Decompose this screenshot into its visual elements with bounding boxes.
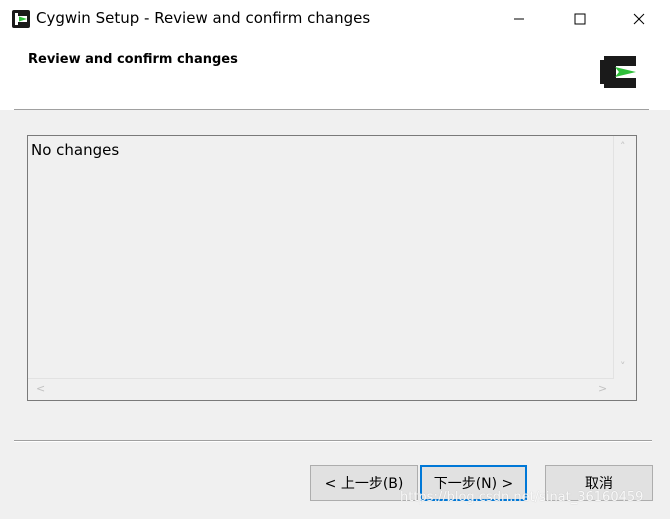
scroll-right-icon[interactable]: >	[598, 382, 607, 395]
scroll-up-icon[interactable]: ˄	[620, 140, 626, 153]
close-button[interactable]	[616, 0, 662, 38]
page-title: Review and confirm changes	[28, 52, 238, 67]
maximize-icon	[574, 13, 586, 25]
cygwin-app-icon	[12, 10, 30, 28]
scroll-down-icon[interactable]: ˅	[620, 360, 626, 373]
window-title: Cygwin Setup - Review and confirm change…	[36, 9, 371, 27]
minimize-button[interactable]	[496, 0, 542, 38]
scroll-left-icon[interactable]: <	[36, 382, 45, 395]
minimize-icon	[514, 18, 524, 20]
cygwin-logo-icon	[600, 56, 636, 88]
horizontal-scrollbar[interactable]: < >	[28, 378, 614, 400]
footer-divider-highlight	[14, 441, 652, 442]
title-bar[interactable]: Cygwin Setup - Review and confirm change…	[0, 0, 670, 38]
page-header: Review and confirm changes	[0, 38, 670, 110]
setup-window: Cygwin Setup - Review and confirm change…	[0, 0, 670, 519]
close-icon	[633, 13, 645, 25]
header-divider	[14, 109, 649, 110]
maximize-button[interactable]	[557, 0, 603, 38]
scroll-corner	[614, 379, 636, 400]
changes-list[interactable]: No changes ˄ ˅ < >	[27, 135, 637, 401]
changes-list-text: No changes	[31, 141, 120, 159]
vertical-scrollbar[interactable]: ˄ ˅	[613, 136, 636, 379]
watermark-text: https://blog.csdn.net/sinat_36160459	[400, 490, 644, 505]
